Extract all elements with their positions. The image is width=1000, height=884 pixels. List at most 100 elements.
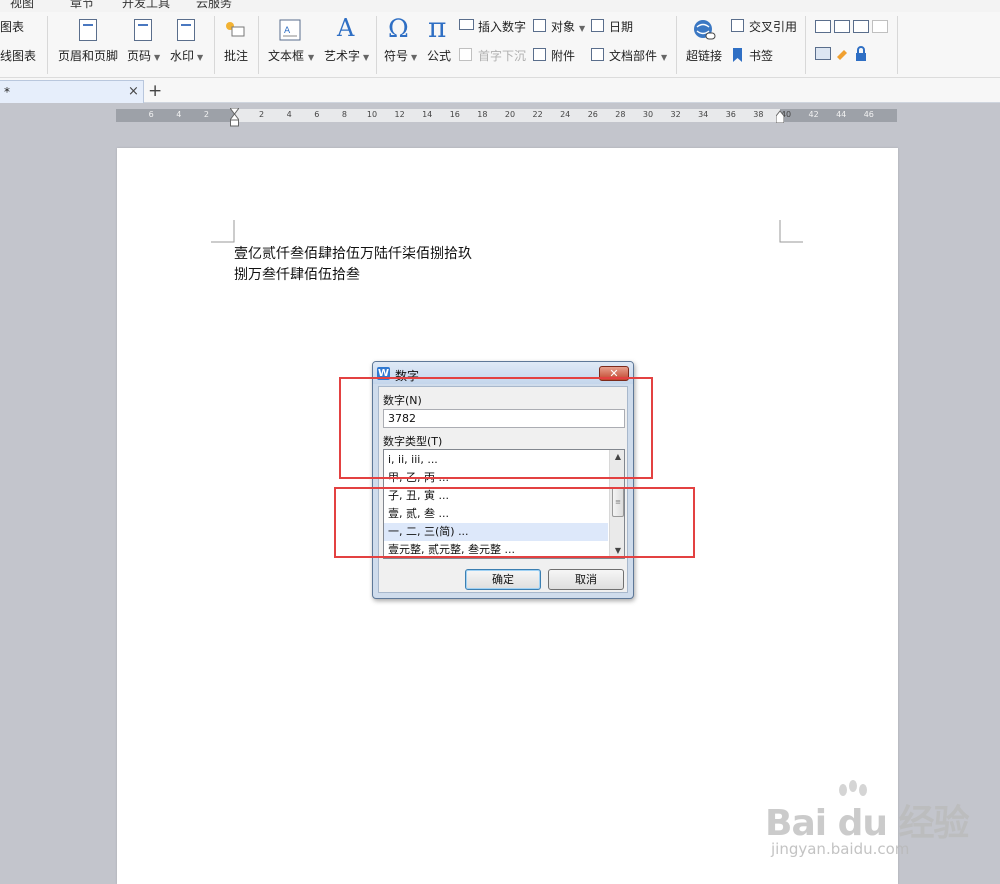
- baidu-watermark: Bai du 经验 jingyan.baidu.com: [765, 780, 970, 870]
- ruler-tick: 42: [808, 110, 819, 119]
- margin-corner-top-left: [211, 220, 235, 243]
- ruler-tick: 32: [670, 110, 681, 119]
- drop-cap-button[interactable]: 首字下沉: [478, 49, 526, 63]
- right-indent-marker-icon[interactable]: [775, 108, 785, 124]
- form-shading-icon[interactable]: [815, 47, 831, 60]
- ruler-tick: 26: [587, 110, 598, 119]
- left-indent-marker-icon[interactable]: [229, 107, 240, 128]
- wordart-button[interactable]: 艺术字: [324, 49, 360, 63]
- hyperlink-icon: [692, 18, 716, 42]
- ruler-tick: 2: [203, 110, 209, 119]
- watermark-dropdown-icon: ▼: [197, 53, 204, 62]
- ribbon-divider: [805, 16, 806, 74]
- insert-number-button[interactable]: 插入数字: [478, 20, 526, 34]
- ruler-tick: 4: [176, 110, 182, 119]
- document-text-line-1[interactable]: 壹亿贰仟叁佰肆拾伍万陆仟柒佰捌拾玖: [234, 243, 472, 263]
- ruler-tick: 6: [148, 110, 154, 119]
- cancel-button[interactable]: 取消: [548, 569, 624, 590]
- margin-corner-top-right: [779, 220, 803, 243]
- form-frame-icon[interactable]: [872, 20, 888, 33]
- symbol-icon: Ω: [388, 14, 409, 43]
- ruler-tick: 18: [477, 110, 488, 119]
- date-icon: [591, 19, 604, 32]
- document-tab-title: *: [4, 85, 10, 99]
- ruler-tick: 34: [698, 110, 709, 119]
- ribbon-divider: [676, 16, 677, 74]
- header-footer-icon: [79, 19, 97, 41]
- close-tab-icon[interactable]: ×: [128, 84, 139, 99]
- ruler-tick: 10: [366, 110, 378, 119]
- form-dropdown-icon[interactable]: [853, 20, 869, 33]
- doc-parts-dropdown-icon: ▼: [661, 53, 668, 62]
- menu-view[interactable]: 视图: [10, 0, 34, 11]
- ruler-tick: 24: [560, 110, 571, 119]
- ruler-tick: 4: [286, 110, 292, 119]
- watermark-brand: Bai du 经验: [765, 803, 970, 844]
- ruler-tick: 2: [259, 110, 265, 119]
- form-textfield-icon[interactable]: [815, 20, 831, 33]
- document-tab[interactable]: * ×: [0, 80, 144, 103]
- ruler-tick: 8: [341, 110, 347, 119]
- highlight-box-number: [339, 377, 653, 479]
- watermark-icon: [177, 19, 195, 41]
- page-number-icon: [134, 19, 152, 41]
- wordart-icon: A: [337, 14, 355, 42]
- object-button[interactable]: 对象: [551, 20, 575, 34]
- ruler-tick: 16: [449, 110, 460, 119]
- menu-devtools[interactable]: 开发工具: [122, 0, 170, 11]
- ruler-tick: 38: [753, 110, 764, 119]
- ruler-tick: 28: [615, 110, 626, 119]
- hyperlink-button[interactable]: 超链接: [686, 49, 722, 63]
- new-tab-button[interactable]: +: [148, 81, 162, 101]
- ruler-tick: 14: [422, 110, 433, 119]
- ruler-tick: 46: [863, 110, 874, 119]
- chart-button[interactable]: 图表: [0, 20, 24, 34]
- bookmark-button[interactable]: 书签: [749, 49, 773, 63]
- svg-text:A: A: [284, 26, 291, 36]
- doc-parts-button[interactable]: 文档部件: [609, 49, 657, 63]
- formula-icon: π: [428, 11, 447, 44]
- symbol-button[interactable]: 符号: [384, 49, 408, 63]
- textbox-button[interactable]: 文本框: [268, 49, 304, 63]
- menu-bar: 视图 章节 开发工具 云服务: [0, 0, 1000, 12]
- insert-number-icon: [459, 19, 474, 30]
- watermark-button[interactable]: 水印: [170, 49, 194, 63]
- ruler-tick: 12: [394, 110, 405, 119]
- header-footer-button[interactable]: 页眉和页脚: [58, 49, 118, 63]
- page-number-button[interactable]: 页码: [127, 49, 151, 63]
- comment-icon: [224, 20, 246, 38]
- ribbon-divider: [376, 16, 377, 74]
- attachment-button[interactable]: 附件: [551, 49, 575, 63]
- doc-parts-icon: [591, 48, 604, 61]
- ruler-tick: 44: [836, 110, 847, 119]
- ruler-tick: 6: [314, 110, 320, 119]
- watermark-url: jingyan.baidu.com: [771, 840, 910, 858]
- ribbon-divider: [47, 16, 48, 74]
- attachment-icon: [533, 48, 546, 61]
- symbol-dropdown-icon: ▼: [411, 53, 418, 62]
- drop-cap-icon: [459, 48, 472, 61]
- lock-icon[interactable]: [855, 46, 867, 62]
- menu-section[interactable]: 章节: [70, 0, 94, 11]
- formula-button[interactable]: 公式: [427, 49, 451, 63]
- ribbon-toolbar: 图表 在线图表 页眉和页脚 页码 ▼ 水印 ▼ 批注 A 文本框 ▼ A 艺术字…: [0, 12, 1000, 78]
- ok-button[interactable]: 确定: [465, 569, 541, 590]
- ruler-tick: 22: [532, 110, 543, 119]
- online-chart-button[interactable]: 在线图表: [0, 49, 36, 63]
- object-dropdown-icon: ▼: [579, 24, 586, 33]
- reset-field-icon[interactable]: [835, 47, 849, 61]
- textbox-dropdown-icon: ▼: [308, 53, 315, 62]
- comment-button[interactable]: 批注: [224, 49, 248, 63]
- highlight-box-list: [334, 487, 695, 558]
- menu-cloud[interactable]: 云服务: [196, 0, 232, 11]
- cross-ref-button[interactable]: 交叉引用: [749, 20, 797, 34]
- document-text-line-2[interactable]: 捌万叁仟肆佰伍拾叁: [234, 264, 360, 284]
- object-icon: [533, 19, 546, 32]
- ribbon-divider: [897, 16, 898, 74]
- ribbon-divider: [258, 16, 259, 74]
- date-button[interactable]: 日期: [609, 20, 633, 34]
- form-checkbox-icon[interactable]: [834, 20, 850, 33]
- ribbon-divider: [214, 16, 215, 74]
- wordart-dropdown-icon: ▼: [363, 53, 370, 62]
- ruler-tick: 36: [725, 110, 736, 119]
